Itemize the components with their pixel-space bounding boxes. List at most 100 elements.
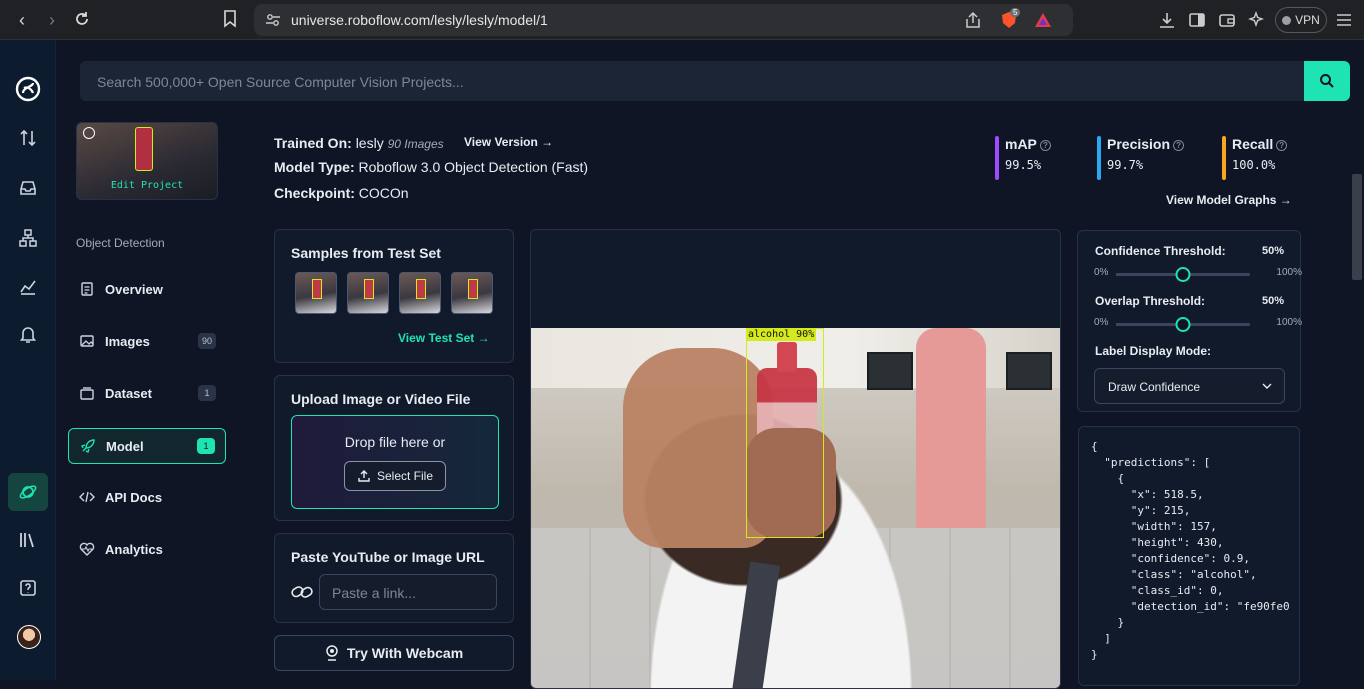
- info-icon[interactable]: ?: [1173, 139, 1185, 151]
- link-icon: [291, 586, 313, 598]
- view-test-set-link[interactable]: View Test Set →: [398, 331, 490, 345]
- sample-thumbnail[interactable]: [347, 272, 389, 314]
- inference-photo: alcohol 90%: [531, 328, 1060, 688]
- back-icon[interactable]: ‹: [12, 10, 32, 30]
- page-scrollbar[interactable]: [1350, 122, 1364, 680]
- sidebar-item-analytics[interactable]: Analytics: [68, 531, 226, 567]
- edit-project-link[interactable]: Edit Project: [77, 180, 217, 191]
- leo-ai-icon[interactable]: [1248, 11, 1266, 29]
- metric-precision: Precision? 99.7%: [1097, 136, 1185, 180]
- app-rail: [0, 40, 56, 680]
- search-bar[interactable]: Search 500,000+ Open Source Computer Vis…: [80, 61, 1350, 101]
- overlap-threshold-label: Overlap Threshold:: [1095, 294, 1206, 308]
- detection-bounding-box: alcohol 90%: [746, 328, 824, 538]
- select-file-button[interactable]: Select File: [344, 461, 446, 491]
- bookmark-icon[interactable]: [220, 10, 240, 30]
- sample-thumbnail[interactable]: [451, 272, 493, 314]
- share-icon[interactable]: [964, 11, 982, 29]
- wallet-icon[interactable]: [1218, 11, 1236, 29]
- reload-icon[interactable]: [72, 10, 92, 30]
- code-icon: [79, 491, 95, 503]
- checkpoint-line: Checkpoint: COCOn: [274, 185, 409, 201]
- overlap-threshold-value: 50%: [1261, 295, 1284, 307]
- slider-track[interactable]: [1116, 267, 1250, 282]
- notification-bell-icon[interactable]: [18, 324, 38, 344]
- folder-stack-icon: [80, 387, 94, 400]
- select-file-label: Select File: [376, 469, 434, 483]
- document-icon: [81, 282, 93, 296]
- universe-icon[interactable]: [18, 482, 38, 502]
- sidebar-item-dataset[interactable]: Dataset 1: [68, 375, 226, 411]
- menu-icon[interactable]: [1335, 11, 1353, 29]
- address-bar[interactable]: universe.roboflow.com/lesly/lesly/model/…: [254, 4, 1073, 36]
- sidebar-item-label: API Docs: [105, 489, 163, 505]
- sort-arrows-icon[interactable]: [18, 128, 38, 148]
- site-settings-icon[interactable]: [264, 11, 282, 29]
- file-dropzone[interactable]: Drop file here or Select File: [291, 415, 499, 509]
- overlap-slider[interactable]: 0% 100%: [1094, 316, 1302, 332]
- drop-text: Drop file here or: [344, 434, 446, 450]
- inbox-icon[interactable]: [18, 178, 38, 198]
- sidebar-item-api-docs[interactable]: API Docs: [68, 479, 226, 515]
- model-count-badge: 1: [197, 438, 215, 454]
- user-avatar[interactable]: [17, 625, 41, 649]
- sidebar-item-images[interactable]: Images 90: [68, 323, 226, 359]
- brave-shield-icon[interactable]: 5: [1000, 8, 1021, 29]
- workflow-icon[interactable]: [18, 228, 38, 248]
- info-icon[interactable]: ?: [1276, 139, 1288, 151]
- url-text: universe.roboflow.com/lesly/lesly/model/…: [291, 12, 548, 28]
- sidebar-item-overview[interactable]: Overview: [68, 271, 226, 307]
- paste-link-placeholder: Paste a link...: [332, 585, 417, 601]
- search-button[interactable]: [1304, 61, 1350, 101]
- public-globe-icon: [83, 127, 95, 139]
- metric-value: 99.7%: [1107, 158, 1144, 172]
- forward-icon[interactable]: ›: [42, 10, 62, 30]
- scrollbar-thumb[interactable]: [1352, 174, 1362, 280]
- paste-url-title: Paste YouTube or Image URL: [291, 549, 485, 565]
- metric-name: Precision: [1107, 136, 1171, 152]
- photo-monitor: [1006, 352, 1052, 390]
- confidence-threshold-value: 50%: [1261, 245, 1284, 257]
- sidebar-item-model[interactable]: Model 1: [68, 428, 226, 464]
- metric-color-bar: [1222, 136, 1226, 180]
- search-input[interactable]: Search 500,000+ Open Source Computer Vis…: [97, 74, 464, 90]
- sidebar-toggle-icon[interactable]: [1188, 11, 1206, 29]
- vpn-button[interactable]: VPN: [1275, 7, 1327, 33]
- confidence-slider[interactable]: 0% 100%: [1094, 266, 1302, 282]
- paste-link-input[interactable]: Paste a link...: [319, 574, 497, 610]
- slider-max-label: 100%: [1276, 317, 1302, 328]
- confidence-slider-handle[interactable]: [1175, 267, 1191, 282]
- rocket-icon: [81, 439, 95, 453]
- json-output-panel: { "predictions": [ { "x": 518.5, "y": 21…: [1078, 426, 1300, 686]
- metric-color-bar: [1097, 136, 1101, 180]
- label-display-mode-label: Label Display Mode:: [1095, 344, 1212, 358]
- roboflow-logo-icon[interactable]: [15, 76, 41, 102]
- vpn-label: VPN: [1295, 13, 1320, 27]
- view-model-graphs-link[interactable]: View Model Graphs →: [1166, 193, 1292, 207]
- try-webcam-button[interactable]: Try With Webcam: [274, 635, 514, 671]
- inference-image-viewer: alcohol 90%: [530, 229, 1061, 689]
- help-icon[interactable]: [18, 578, 38, 598]
- model-type-value: Roboflow 3.0 Object Detection (Fast): [358, 159, 589, 175]
- brave-rewards-icon[interactable]: [1034, 11, 1052, 29]
- model-type-line: Model Type: Roboflow 3.0 Object Detectio…: [274, 159, 588, 175]
- sidebar-item-label: Model: [106, 438, 144, 454]
- metric-color-bar: [995, 136, 999, 180]
- sample-thumbnail[interactable]: [295, 272, 337, 314]
- project-type-label: Object Detection: [76, 236, 165, 250]
- checkpoint-value: COCOn: [358, 185, 409, 201]
- metric-value: 100.0%: [1232, 158, 1276, 172]
- analytics-chart-icon[interactable]: [18, 276, 38, 296]
- view-version-link[interactable]: View Version →: [464, 135, 553, 149]
- sample-thumbnail[interactable]: [399, 272, 441, 314]
- slider-track[interactable]: [1116, 317, 1250, 332]
- library-books-icon[interactable]: [18, 530, 38, 550]
- shield-count-badge: 5: [1010, 8, 1021, 17]
- detection-label: alcohol 90%: [746, 328, 817, 341]
- overlap-slider-handle[interactable]: [1175, 317, 1191, 332]
- project-thumbnail[interactable]: Edit Project: [76, 122, 218, 200]
- download-icon[interactable]: [1158, 11, 1176, 29]
- label-display-mode-select[interactable]: Draw Confidence: [1094, 368, 1285, 404]
- webcam-icon: [326, 645, 338, 661]
- info-icon[interactable]: ?: [1039, 139, 1051, 151]
